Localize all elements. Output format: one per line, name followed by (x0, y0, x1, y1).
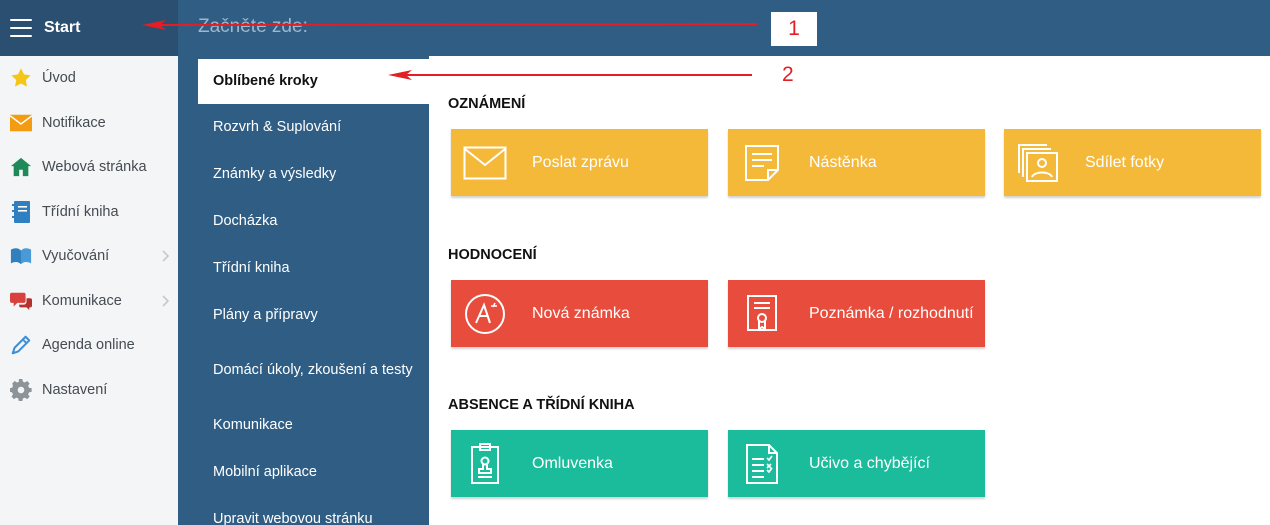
category-upravit-webovou-stranku[interactable]: Upravit webovou stránku (178, 496, 429, 525)
category-rozvrh-suplovani[interactable]: Rozvrh & Suplování (178, 104, 429, 151)
photos-icon (1012, 137, 1064, 189)
sidebar-item-nastaveni[interactable]: Nastavení (0, 368, 178, 413)
tile-poznamka-rozhodnuti[interactable]: Poznámka / rozhodnutí (728, 280, 985, 347)
gear-icon (10, 378, 32, 401)
clipboard-stamp-icon (459, 438, 511, 490)
section-title-absence: ABSENCE A TŘÍDNÍ KNIHA (448, 397, 635, 413)
top-bar: Start (0, 0, 1270, 56)
tile-label: Nová známka (532, 304, 630, 322)
start-title: Start (44, 19, 81, 36)
category-tridni-kniha[interactable]: Třídní kniha (178, 245, 429, 292)
category-znamky-vysledky[interactable]: Známky a výsledky (178, 151, 429, 198)
grade-a-icon (459, 288, 511, 340)
sidebar-item-webova-stranka[interactable]: Webová stránka (0, 145, 178, 190)
sidebar-item-notifikace[interactable]: Notifikace (0, 101, 178, 146)
pencil-icon (10, 334, 32, 356)
star-icon (10, 67, 32, 89)
category-mobilni-aplikace[interactable]: Mobilní aplikace (178, 449, 429, 496)
tile-label: Poslat zprávu (532, 153, 629, 171)
chevron-right-icon (162, 294, 170, 312)
category-komunikace[interactable]: Komunikace (178, 402, 429, 449)
tile-sdilet-fotky[interactable]: Sdílet fotky (1004, 129, 1261, 196)
sidebar-item-vyucovani[interactable]: Vyučování (0, 234, 178, 279)
sidebar-item-tridni-kniha[interactable]: Třídní kniha (0, 190, 178, 235)
checklist-icon (736, 438, 788, 490)
tile-label: Nástěnka (809, 153, 877, 171)
category-panel: Oblíbené kroky Rozvrh & Suplování Známky… (178, 56, 429, 525)
category-plany-pripravy[interactable]: Plány a přípravy (178, 292, 429, 339)
hamburger-menu-icon[interactable] (10, 19, 32, 37)
envelope-outline-icon (459, 137, 511, 189)
chat-bubbles-icon (10, 290, 32, 312)
sidebar-item-label: Úvod (42, 70, 76, 87)
tile-label: Omluvenka (532, 454, 613, 472)
section-title-oznameni: OZNÁMENÍ (448, 96, 526, 112)
tile-poslat-zpravu[interactable]: Poslat zprávu (451, 129, 708, 196)
category-dochazka[interactable]: Docházka (178, 198, 429, 245)
sidebar-item-label: Vyučování (42, 248, 110, 265)
sidebar: Úvod Notifikace Webová stránka Třídní kn… (0, 56, 178, 525)
tile-label: Učivo a chybějící (809, 454, 930, 472)
main-content: OZNÁMENÍ Poslat zprávu Nástěnka Sdílet f… (429, 56, 1270, 525)
category-domaci-ukoly[interactable]: Domácí úkoly, zkoušení a testy (178, 339, 429, 402)
sidebar-item-label: Třídní kniha (42, 203, 119, 220)
sidebar-item-uvod[interactable]: Úvod (0, 56, 178, 101)
category-oblibene-kroky[interactable]: Oblíbené kroky (198, 59, 429, 104)
open-book-icon (10, 245, 32, 267)
tile-nastenka[interactable]: Nástěnka (728, 129, 985, 196)
tile-label: Poznámka / rozhodnutí (809, 304, 974, 322)
notebook-icon (10, 200, 32, 223)
sidebar-item-label: Notifikace (42, 114, 106, 131)
certificate-icon (736, 288, 788, 340)
tile-nova-znamka[interactable]: Nová známka (451, 280, 708, 347)
tile-omluvenka[interactable]: Omluvenka (451, 430, 708, 497)
annotation-label-1: 1 (771, 12, 817, 46)
chevron-right-icon (162, 249, 170, 267)
sidebar-item-label: Agenda online (42, 337, 135, 354)
note-icon (736, 137, 788, 189)
sidebar-item-label: Komunikace (42, 292, 122, 309)
sidebar-item-label: Nastavení (42, 381, 108, 398)
home-icon (10, 156, 32, 178)
sidebar-item-agenda-online[interactable]: Agenda online (0, 323, 178, 368)
annotation-label-2: 2 (782, 63, 794, 86)
section-title-hodnoceni: HODNOCENÍ (448, 247, 537, 263)
search-input[interactable] (198, 12, 758, 42)
sidebar-item-label: Webová stránka (42, 159, 147, 176)
tile-ucivo-chybejici[interactable]: Učivo a chybějící (728, 430, 985, 497)
tile-label: Sdílet fotky (1085, 153, 1165, 171)
sidebar-item-komunikace[interactable]: Komunikace (0, 279, 178, 324)
envelope-icon (10, 112, 32, 134)
start-header: Start (0, 0, 178, 56)
